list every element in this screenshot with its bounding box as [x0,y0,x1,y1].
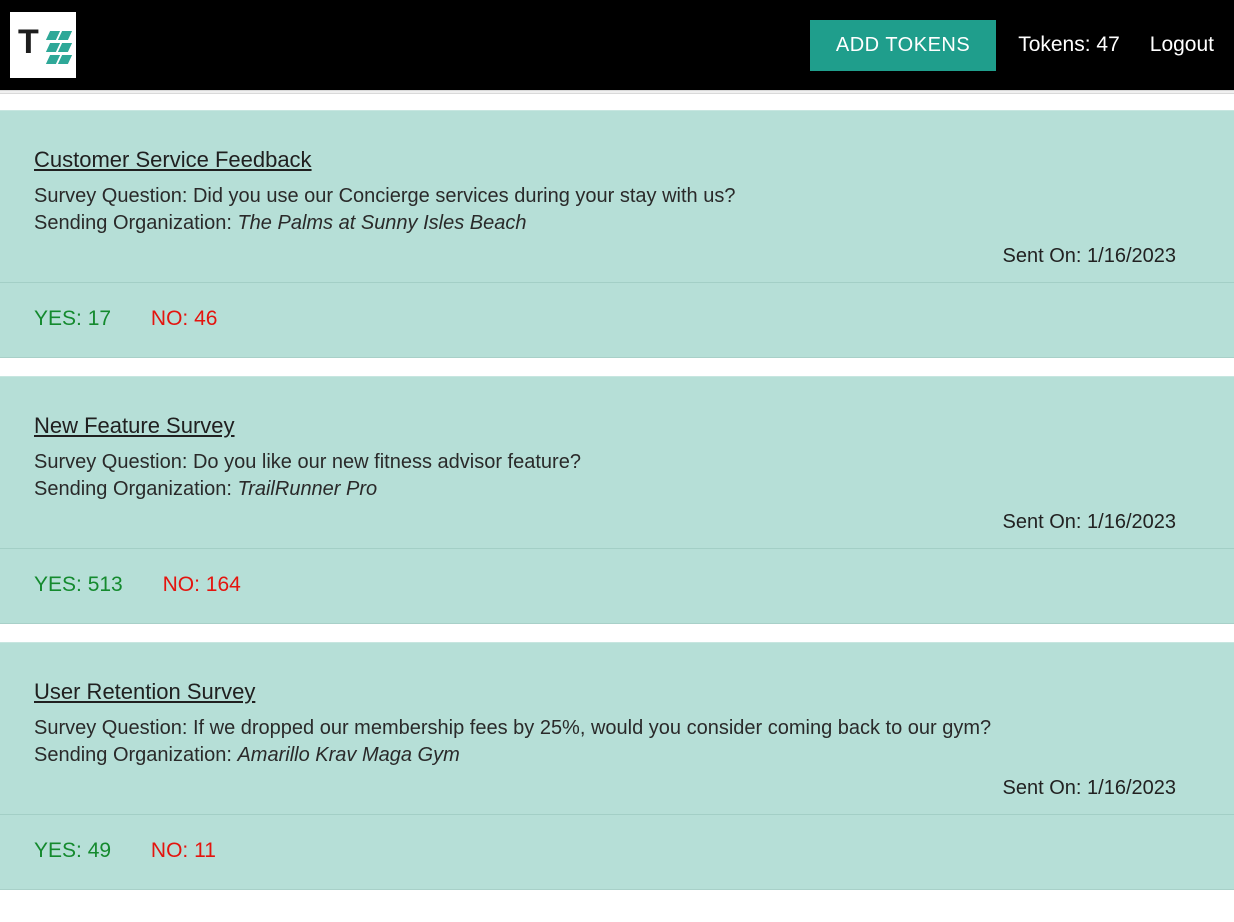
sending-org-label: Sending Organization: [34,212,237,234]
survey-question-line: Survey Question: Do you like our new fit… [34,451,1206,474]
no-prefix: NO: [151,307,194,330]
add-tokens-button[interactable]: ADD TOKENS [810,20,996,71]
sending-org-label: Sending Organization: [34,478,237,500]
sending-org-line: Sending Organization: Amarillo Krav Maga… [34,744,1206,767]
survey-question-label: Survey Question: [34,185,193,207]
logout-link[interactable]: Logout [1150,33,1214,57]
survey-card-list: Customer Service Feedback Survey Questio… [0,110,1234,890]
sending-org-name: Amarillo Krav Maga Gym [237,744,459,766]
survey-card: User Retention Survey Survey Question: I… [0,642,1234,890]
survey-question-text: Did you use our Concierge services durin… [193,185,735,207]
yes-value: 17 [88,307,111,330]
survey-card-body: Customer Service Feedback Survey Questio… [0,111,1234,283]
survey-card-body: User Retention Survey Survey Question: I… [0,643,1234,815]
tokens-value: 47 [1096,33,1119,56]
survey-question-label: Survey Question: [34,451,193,473]
sending-org-label: Sending Organization: [34,744,237,766]
yes-prefix: YES: [34,307,88,330]
sent-on-row: Sent On: 1/16/2023 [34,239,1206,268]
sent-on-row: Sent On: 1/16/2023 [34,771,1206,800]
no-value: 46 [194,307,217,330]
topbar-divider [0,90,1234,94]
no-count: NO: 11 [151,839,216,862]
survey-card-footer: YES: 49 NO: 11 [0,815,1234,889]
yes-count: YES: 513 [34,573,123,596]
sent-on-label: Sent On: [1003,245,1088,267]
survey-title-link[interactable]: User Retention Survey [34,679,255,705]
sending-org-name: TrailRunner Pro [237,478,377,500]
yes-prefix: YES: [34,573,88,596]
tokens-prefix: Tokens: [1018,33,1096,56]
no-value: 11 [194,839,216,862]
no-count: NO: 164 [163,573,241,596]
token-count-label: Tokens: 47 [1018,33,1120,57]
yes-value: 49 [88,839,111,862]
survey-title-link[interactable]: New Feature Survey [34,413,235,439]
sent-on-date: 1/16/2023 [1087,511,1176,533]
survey-card-footer: YES: 17 NO: 46 [0,283,1234,357]
no-prefix: NO: [163,573,206,596]
topbar: T ADD TOKENS Tokens: 47 Logout [0,0,1234,90]
no-value: 164 [206,573,241,596]
sending-org-line: Sending Organization: TrailRunner Pro [34,478,1206,501]
survey-question-line: Survey Question: If we dropped our membe… [34,717,1206,740]
logo-bars-icon [48,31,70,64]
survey-card-body: New Feature Survey Survey Question: Do y… [0,377,1234,549]
sending-org-name: The Palms at Sunny Isles Beach [237,212,526,234]
sent-on-label: Sent On: [1003,777,1088,799]
survey-card: Customer Service Feedback Survey Questio… [0,110,1234,358]
survey-question-label: Survey Question: [34,717,193,739]
logo-letter-icon: T [18,23,39,62]
survey-question-text: Do you like our new fitness advisor feat… [193,451,581,473]
survey-title-link[interactable]: Customer Service Feedback [34,147,312,173]
yes-prefix: YES: [34,839,88,862]
survey-card: New Feature Survey Survey Question: Do y… [0,376,1234,624]
app-logo[interactable]: T [10,12,76,78]
no-count: NO: 46 [151,307,218,330]
survey-card-footer: YES: 513 NO: 164 [0,549,1234,623]
survey-question-text: If we dropped our membership fees by 25%… [193,717,991,739]
sent-on-label: Sent On: [1003,511,1088,533]
sent-on-date: 1/16/2023 [1087,777,1176,799]
yes-value: 513 [88,573,123,596]
survey-question-line: Survey Question: Did you use our Concier… [34,185,1206,208]
logo-glyph: T [18,25,68,65]
no-prefix: NO: [151,839,194,862]
sent-on-row: Sent On: 1/16/2023 [34,505,1206,534]
yes-count: YES: 49 [34,839,111,862]
sent-on-date: 1/16/2023 [1087,245,1176,267]
yes-count: YES: 17 [34,307,111,330]
sending-org-line: Sending Organization: The Palms at Sunny… [34,212,1206,235]
